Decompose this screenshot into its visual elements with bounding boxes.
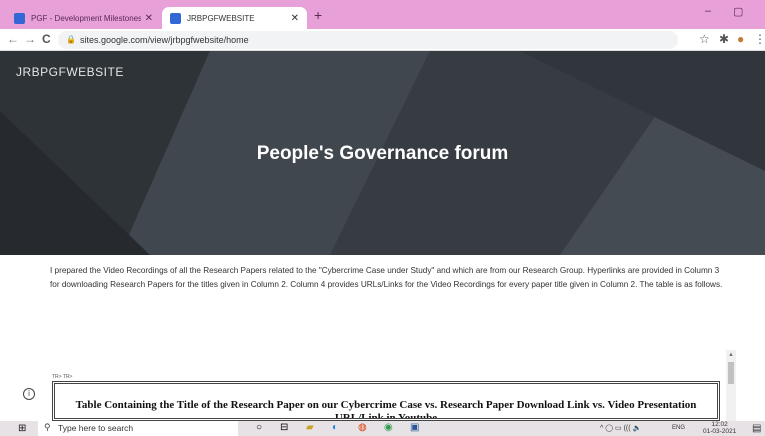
hero-banner: JRBPGFWEBSITE People's Governance forum [0, 51, 765, 255]
info-icon[interactable]: i [23, 388, 35, 400]
reload-button[interactable]: C [42, 32, 51, 46]
clock-time: 12:02 [711, 421, 728, 428]
browser-menu-icon[interactable]: ⋮ [754, 32, 765, 46]
chrome-icon[interactable]: ◉ [384, 422, 393, 433]
embedded-table: Table Containing the Title of the Resear… [52, 381, 720, 421]
new-tab-button[interactable]: + [314, 7, 322, 23]
language-indicator[interactable]: ENG [672, 425, 685, 431]
address-toolbar: ← → C 🔒 sites.google.com/view/jrbpgfwebs… [0, 29, 765, 51]
windows-start-icon[interactable]: ⊞ [18, 423, 26, 434]
bookmark-star-icon[interactable]: ☆ [699, 32, 710, 46]
file-explorer-icon[interactable]: ▰ [306, 422, 314, 433]
scroll-up-arrow-icon[interactable]: ▲ [728, 352, 734, 358]
notification-icon[interactable]: ▤ [752, 423, 761, 434]
tab-close-icon[interactable]: ✕ [145, 13, 153, 24]
taskbar-clock[interactable]: 12:02 01-03-2021 [703, 421, 736, 435]
word-icon[interactable]: ▣ [410, 422, 419, 433]
cortana-icon[interactable]: ○ [256, 422, 262, 433]
google-sites-icon [170, 12, 181, 24]
tr-stray-text: TR> TR> [52, 374, 73, 380]
scrollbar-thumb[interactable] [728, 362, 734, 384]
windows-taskbar: ⊞ ⚲ Type here to search ○ ⊟ ▰ ◐ ◍ ◉ ▣ ^ … [0, 421, 765, 436]
back-button[interactable]: ← [7, 32, 19, 46]
forward-button[interactable]: → [24, 32, 36, 46]
edge-icon[interactable]: ◐ [332, 422, 338, 433]
taskbar-search-box[interactable]: ⚲ Type here to search [38, 421, 238, 436]
tab-close-icon[interactable]: ✕ [291, 13, 299, 24]
search-placeholder: Type here to search [58, 423, 134, 433]
url-text: sites.google.com/view/jrbpgfwebsite/home [80, 35, 249, 45]
lock-icon: 🔒 [66, 35, 76, 44]
intro-paragraph: I prepared the Video Recordings of all t… [50, 266, 723, 289]
tab-jrbpgfwebsite[interactable]: JRBPGFWEBSITE ✕ [162, 7, 307, 29]
office-icon[interactable]: ◍ [358, 422, 367, 433]
extensions-icon[interactable]: ✱ [719, 32, 729, 46]
table-title: Table Containing the Title of the Resear… [75, 399, 697, 421]
clock-date: 01-03-2021 [703, 428, 737, 435]
tab-pgf-milestones[interactable]: PGF - Development Milestones ✕ [6, 7, 161, 29]
tab-title: JRBPGFWEBSITE [187, 13, 255, 23]
profile-avatar-icon[interactable]: ● [737, 32, 744, 46]
system-tray-icons[interactable]: ^ ◯ ▭ ((( 🔈 [600, 424, 641, 432]
site-name[interactable]: JRBPGFWEBSITE [16, 65, 124, 79]
page-title: People's Governance forum [256, 143, 509, 164]
search-icon: ⚲ [44, 422, 51, 432]
google-sites-icon [14, 12, 25, 24]
task-view-icon[interactable]: ⊟ [280, 422, 288, 433]
browser-tab-strip: PGF - Development Milestones ✕ JRBPGFWEB… [0, 0, 765, 29]
embed-scrollbar[interactable]: ▲ [726, 350, 736, 422]
url-field[interactable]: 🔒 sites.google.com/view/jrbpgfwebsite/ho… [58, 31, 678, 49]
maximize-button[interactable]: ▢ [733, 5, 743, 18]
minimize-button[interactable]: – [705, 5, 711, 17]
tab-title: PGF - Development Milestones [31, 13, 141, 23]
